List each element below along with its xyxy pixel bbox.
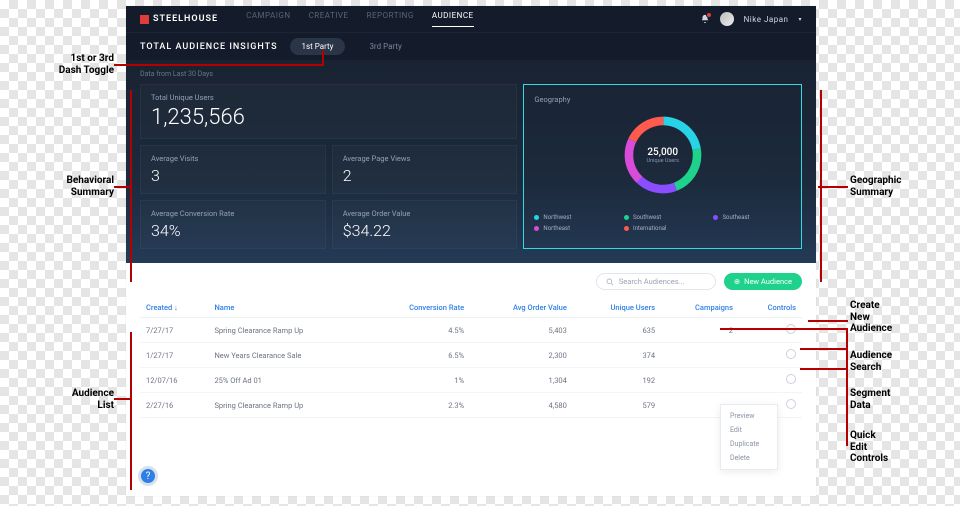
table-row[interactable]: 12/07/1625% Off Ad 011%1,304192 <box>140 368 802 393</box>
brand-logo: STEELHOUSE <box>140 14 218 24</box>
nav-reporting[interactable]: REPORTING <box>367 11 414 27</box>
donut-center-label: Unique Users <box>647 158 679 164</box>
main-nav: CAMPAIGN CREATIVE REPORTING AUDIENCE <box>246 11 474 27</box>
new-audience-button[interactable]: ⊕ New Audience <box>724 273 802 290</box>
ctx-delete[interactable]: Delete <box>721 451 777 465</box>
gear-icon[interactable] <box>786 349 796 359</box>
legend-item: Northwest <box>534 214 612 221</box>
dashboard: Data from Last 30 Days Total Unique User… <box>126 60 816 263</box>
tab-1st-party[interactable]: 1st Party <box>290 38 346 55</box>
nav-audience[interactable]: AUDIENCE <box>432 11 474 27</box>
anno-audlist: AudienceList <box>6 388 114 411</box>
table-row[interactable]: 1/27/17New Years Clearance Sale6.5%2,300… <box>140 343 802 368</box>
card-avg-order-value: Average Order Value $34.22 <box>332 200 518 249</box>
ctx-preview[interactable]: Preview <box>721 409 777 423</box>
app-frame: STEELHOUSE CAMPAIGN CREATIVE REPORTING A… <box>126 6 816 496</box>
nav-creative[interactable]: CREATIVE <box>309 11 349 27</box>
col-4[interactable]: Unique Users <box>573 298 661 318</box>
anno-behavioral: BehavioralSummary <box>6 175 114 198</box>
nav-campaign[interactable]: CAMPAIGN <box>246 11 290 27</box>
notif-badge <box>706 12 712 18</box>
anno-geo: GeographicSummary <box>850 175 902 198</box>
card-avg-conv-rate: Average Conversion Rate 34% <box>140 200 326 249</box>
date-range-label: Data from Last 30 Days <box>140 70 802 78</box>
gear-icon[interactable] <box>786 374 796 384</box>
plus-icon: ⊕ <box>734 277 740 286</box>
col-1[interactable]: Name <box>208 298 365 318</box>
help-button[interactable]: ? <box>138 466 158 486</box>
col-0[interactable]: Created ↓ <box>140 298 208 318</box>
context-menu: PreviewEditDuplicateDelete <box>720 404 778 470</box>
col-6[interactable]: Controls <box>739 298 802 318</box>
notification-icon[interactable] <box>700 14 710 24</box>
legend-item: International <box>624 225 702 232</box>
anno-toggle: 1st or 3rdDash Toggle <box>6 53 114 76</box>
search-icon <box>606 278 614 286</box>
col-2[interactable]: Conversion Rate <box>366 298 470 318</box>
table-row[interactable]: 2/27/16Spring Clearance Ramp Up2.3%4,580… <box>140 393 802 418</box>
legend-item: Southeast <box>713 214 791 221</box>
chevron-down-icon[interactable]: ▾ <box>798 16 802 23</box>
anno-quick: QuickEditControls <box>850 430 888 465</box>
search-input[interactable]: Search Audiences... <box>596 273 716 290</box>
gear-icon[interactable] <box>786 399 796 409</box>
col-5[interactable]: Campaigns <box>661 298 739 318</box>
legend-item: Northeast <box>534 225 612 232</box>
user-name[interactable]: Nike Japan <box>744 15 789 24</box>
ctx-duplicate[interactable]: Duplicate <box>721 437 777 451</box>
tab-3rd-party[interactable]: 3rd Party <box>357 38 413 55</box>
card-avg-page-views: Average Page Views 2 <box>332 145 518 194</box>
legend-item: Southwest <box>624 214 702 221</box>
table-row[interactable]: 7/27/17Spring Clearance Ramp Up4.5%5,403… <box>140 318 802 343</box>
geography-legend: Northwest Southwest Southeast Northeast Inte… <box>534 214 791 232</box>
page-title: TOTAL AUDIENCE INSIGHTS <box>140 42 278 52</box>
app-header: STEELHOUSE CAMPAIGN CREATIVE REPORTING A… <box>126 6 816 32</box>
anno-search: AudienceSearch <box>850 350 892 373</box>
ctx-edit[interactable]: Edit <box>721 423 777 437</box>
anno-segment: SegmentData <box>850 388 890 411</box>
subheader: TOTAL AUDIENCE INSIGHTS 1st Party 3rd Pa… <box>126 32 816 60</box>
user-avatar[interactable] <box>720 12 734 26</box>
card-geography: Geography 25,000 Unique Users <box>523 84 802 249</box>
card-avg-visits: Average Visits 3 <box>140 145 326 194</box>
audience-list-panel: Search Audiences... ⊕ New Audience Creat… <box>126 263 816 428</box>
donut-center-value: 25,000 <box>647 147 678 158</box>
col-3[interactable]: Avg Order Value <box>470 298 573 318</box>
audience-table: Created ↓NameConversion RateAvg Order Va… <box>140 298 802 418</box>
geography-donut-chart: 25,000 Unique Users <box>618 110 708 200</box>
anno-create: CreateNewAudience <box>850 300 892 335</box>
card-total-unique-users: Total Unique Users 1,235,566 <box>140 84 517 139</box>
